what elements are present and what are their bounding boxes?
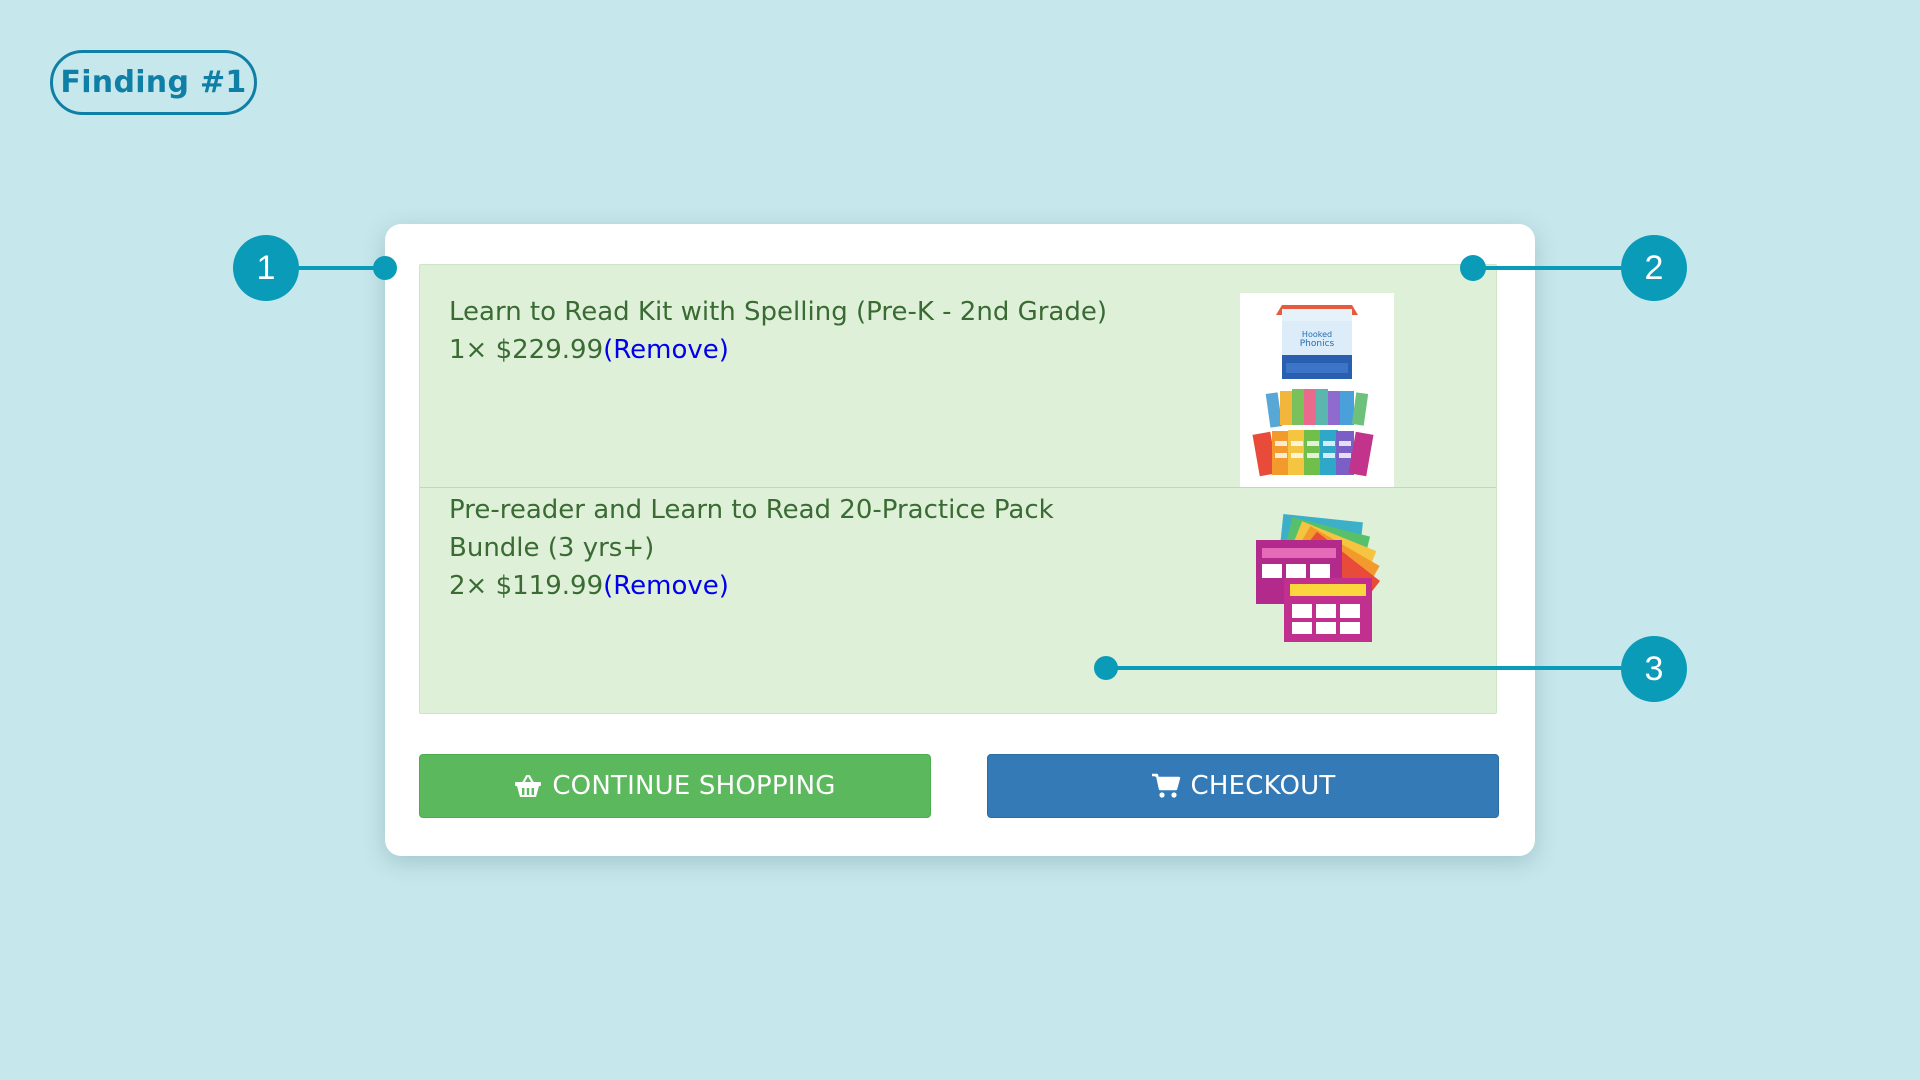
cart-item-title-continued: Bundle (3 yrs+) [449, 533, 655, 563]
svg-text:Hooked: Hooked [1302, 330, 1332, 339]
remove-link[interactable]: (Remove) [603, 335, 729, 365]
annotation-marker-1: 1 [233, 235, 299, 301]
cart-item-price-row: 1× $229.99(Remove) [449, 331, 1129, 369]
svg-text:Phonics: Phonics [1300, 339, 1335, 349]
annotation-anchor-1 [373, 256, 397, 280]
finding-label: Finding #1 [50, 50, 257, 115]
cart-item-title: Learn to Read Kit with Spelling (Pre-K -… [449, 297, 1107, 327]
continue-shopping-label: CONTINUE SHOPPING [552, 771, 836, 801]
annotation-marker-3: 3 [1621, 636, 1687, 702]
checkout-label: CHECKOUT [1190, 771, 1336, 801]
basket-icon [514, 774, 542, 798]
annotation-line-2 [1473, 266, 1623, 270]
cart-item-title: Pre-reader and Learn to Read 20-Practice… [449, 495, 1054, 525]
cart-icon [1151, 773, 1181, 799]
cart-item: Pre-reader and Learn to Read 20-Practice… [420, 488, 1496, 713]
cart-item: Learn to Read Kit with Spelling (Pre-K -… [420, 265, 1496, 488]
cart-item-price: 2× $119.99 [449, 571, 604, 601]
continue-shopping-button[interactable]: CONTINUE SHOPPING [419, 754, 931, 818]
product-kit-image[interactable]: Hooked Phonics [1240, 293, 1394, 487]
practice-pack-image[interactable] [1240, 508, 1394, 668]
cart-item-list: Learn to Read Kit with Spelling (Pre-K -… [419, 264, 1497, 714]
cart-item-price-row: 2× $119.99(Remove) [449, 567, 1129, 605]
cart-item-price: 1× $229.99 [449, 335, 604, 365]
remove-link[interactable]: (Remove) [603, 571, 729, 601]
annotation-marker-2: 2 [1621, 235, 1687, 301]
checkout-button[interactable]: CHECKOUT [987, 754, 1499, 818]
cart-item-details: Pre-reader and Learn to Read 20-Practice… [449, 491, 1129, 605]
annotation-line-1 [298, 266, 382, 270]
cart-item-details: Learn to Read Kit with Spelling (Pre-K -… [449, 293, 1129, 369]
annotation-line-3 [1106, 666, 1623, 670]
cart-popup: Learn to Read Kit with Spelling (Pre-K -… [385, 224, 1535, 856]
